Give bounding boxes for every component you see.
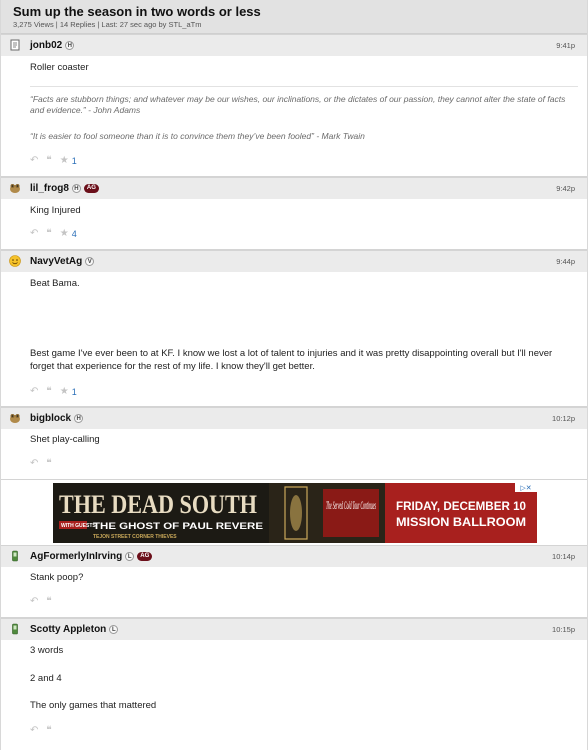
star-count[interactable]: 1 bbox=[72, 386, 77, 398]
ad-band-name: THE DEAD SOUTH bbox=[59, 490, 257, 519]
post-actions: ↶ ❝ bbox=[30, 596, 60, 608]
post-text: Shet play-calling bbox=[30, 434, 100, 445]
post-actions: ↶ ❝ ★ 4 bbox=[30, 228, 85, 240]
username-text[interactable]: bigblock bbox=[30, 413, 71, 424]
document-icon[interactable] bbox=[9, 39, 21, 51]
ag-badge: AG bbox=[137, 551, 153, 561]
frog-icon[interactable] bbox=[9, 412, 21, 424]
reply-icon[interactable]: ↶ bbox=[30, 725, 38, 737]
post-time[interactable]: 9:42p bbox=[556, 184, 575, 194]
user-badge: L bbox=[109, 624, 119, 634]
username[interactable]: bigblock H bbox=[30, 413, 84, 425]
username[interactable]: AgFormerlyInIrving L AG bbox=[30, 551, 153, 563]
post-text: 2 and 4 bbox=[30, 673, 62, 684]
quote-icon[interactable]: ❝ bbox=[46, 228, 51, 240]
post-text: Beat Bama. bbox=[30, 278, 80, 289]
post: lil_frog8 H AG 9:42p King Injured ↶ ❝ ★ 4 bbox=[1, 177, 587, 250]
username-text[interactable]: AgFormerlyInIrving bbox=[30, 551, 122, 562]
post-actions: ↶ ❝ ★ 1 bbox=[30, 155, 85, 167]
username-text[interactable]: jonb02 bbox=[30, 40, 62, 51]
ad-guest-1: THE GHOST OF PAUL REVERE bbox=[93, 521, 263, 531]
post-text: Roller coaster bbox=[30, 62, 89, 73]
quote-icon[interactable]: ❝ bbox=[46, 596, 51, 608]
star-count[interactable]: 4 bbox=[72, 228, 77, 240]
username[interactable]: lil_frog8 H AG bbox=[30, 183, 99, 195]
post-header: bigblock H 10:12p bbox=[1, 407, 587, 429]
quote-icon[interactable]: ❝ bbox=[46, 725, 51, 737]
thread-page: Sum up the season in two words or less 3… bbox=[0, 0, 588, 750]
thread-title: Sum up the season in two words or less bbox=[13, 4, 261, 19]
user-badge: V bbox=[85, 256, 95, 266]
post-header: NavyVetAg V 9:44p bbox=[1, 250, 587, 272]
smiley-icon[interactable] bbox=[9, 255, 21, 267]
phone-icon[interactable] bbox=[9, 623, 21, 635]
ad-choices-icon: ▷✕ bbox=[520, 484, 531, 492]
phone-icon[interactable] bbox=[9, 550, 21, 562]
signature-divider bbox=[30, 86, 578, 87]
thread-header: Sum up the season in two words or less 3… bbox=[1, 0, 587, 34]
post-header: lil_frog8 H AG 9:42p bbox=[1, 177, 587, 199]
username-text[interactable]: Scotty Appleton bbox=[30, 624, 106, 635]
post-actions: ↶ ❝ ★ 1 bbox=[30, 386, 85, 398]
ad-venue: MISSION BALLROOM bbox=[396, 515, 526, 529]
post-text: forget that experience for the rest of m… bbox=[30, 361, 315, 372]
post-text: Stank poop? bbox=[30, 572, 84, 583]
user-badge: H bbox=[71, 183, 81, 193]
star-icon[interactable]: ★ bbox=[60, 155, 69, 167]
star-count[interactable]: 1 bbox=[72, 155, 77, 167]
post-header: jonb02 H 9:41p bbox=[1, 34, 587, 56]
post-time[interactable]: 9:44p bbox=[556, 257, 575, 267]
post: bigblock H 10:12p Shet play-calling ↶ ❝ bbox=[1, 407, 587, 480]
star-icon[interactable]: ★ bbox=[60, 386, 69, 398]
post-time[interactable]: 9:41p bbox=[556, 41, 575, 51]
post-time[interactable]: 10:15p bbox=[552, 625, 575, 635]
post: NavyVetAg V 9:44p Beat Bama. Best game I'… bbox=[1, 250, 587, 407]
username[interactable]: Scotty Appleton L bbox=[30, 624, 119, 636]
quote-icon[interactable]: ❝ bbox=[46, 386, 51, 398]
reply-icon[interactable]: ↶ bbox=[30, 155, 38, 167]
post-time[interactable]: 10:12p bbox=[552, 414, 575, 424]
post: AgFormerlyInIrving L AG 10:14p Stank poop?… bbox=[1, 545, 587, 618]
reply-icon[interactable]: ↶ bbox=[30, 458, 38, 470]
username[interactable]: jonb02 H bbox=[30, 40, 75, 52]
frog-icon[interactable] bbox=[9, 182, 21, 194]
tour-logo: The Served Cold Tour Continues bbox=[326, 498, 376, 512]
post-actions: ↶ ❝ bbox=[30, 458, 60, 470]
post: jonb02 H 9:41p Roller coaster “Facts are … bbox=[1, 34, 587, 177]
post: Scotty Appleton L 10:15p 3 words 2 and 4 … bbox=[1, 618, 587, 750]
post-actions: ↶ ❝ bbox=[30, 725, 60, 737]
post-text: The only games that mattered bbox=[30, 700, 157, 711]
post-header: AgFormerlyInIrving L AG 10:14p bbox=[1, 545, 587, 567]
ad-guest-2: TEJON STREET CORNER THIEVES bbox=[93, 534, 177, 540]
post-header: Scotty Appleton L 10:15p bbox=[1, 618, 587, 640]
ag-badge: AG bbox=[83, 183, 99, 193]
quote-icon[interactable]: ❝ bbox=[46, 155, 51, 167]
post-time[interactable]: 10:14p bbox=[552, 552, 575, 562]
ad-date: FRIDAY, DECEMBER 10 bbox=[396, 499, 526, 513]
thread-meta: 3,275 Views | 14 Replies | Last: 27 sec … bbox=[13, 20, 202, 29]
reply-icon[interactable]: ↶ bbox=[30, 386, 38, 398]
star-icon[interactable]: ★ bbox=[60, 228, 69, 240]
user-badge: H bbox=[74, 413, 84, 423]
post-text: King Injured bbox=[30, 205, 81, 216]
quote-icon[interactable]: ❝ bbox=[46, 458, 51, 470]
username[interactable]: NavyVetAg V bbox=[30, 256, 95, 268]
signature-quote: “Facts are stubborn things; and whatever… bbox=[30, 94, 566, 115]
username-text[interactable]: NavyVetAg bbox=[30, 256, 82, 267]
ad-with-guests: WITH GUESTS bbox=[61, 523, 96, 529]
reply-icon[interactable]: ↶ bbox=[30, 596, 38, 608]
ad-banner[interactable]: The Served Cold Tour Continues THE DEAD … bbox=[53, 483, 537, 543]
reply-icon[interactable]: ↶ bbox=[30, 228, 38, 240]
post-text: Best game I've ever been to at KF. I kno… bbox=[30, 348, 553, 359]
user-badge: L bbox=[125, 551, 135, 561]
post-text: 3 words bbox=[30, 645, 64, 656]
user-badge: H bbox=[65, 40, 75, 50]
signature-quote: “It is easier to fool someone than it is… bbox=[30, 131, 365, 141]
username-text[interactable]: lil_frog8 bbox=[30, 183, 69, 194]
